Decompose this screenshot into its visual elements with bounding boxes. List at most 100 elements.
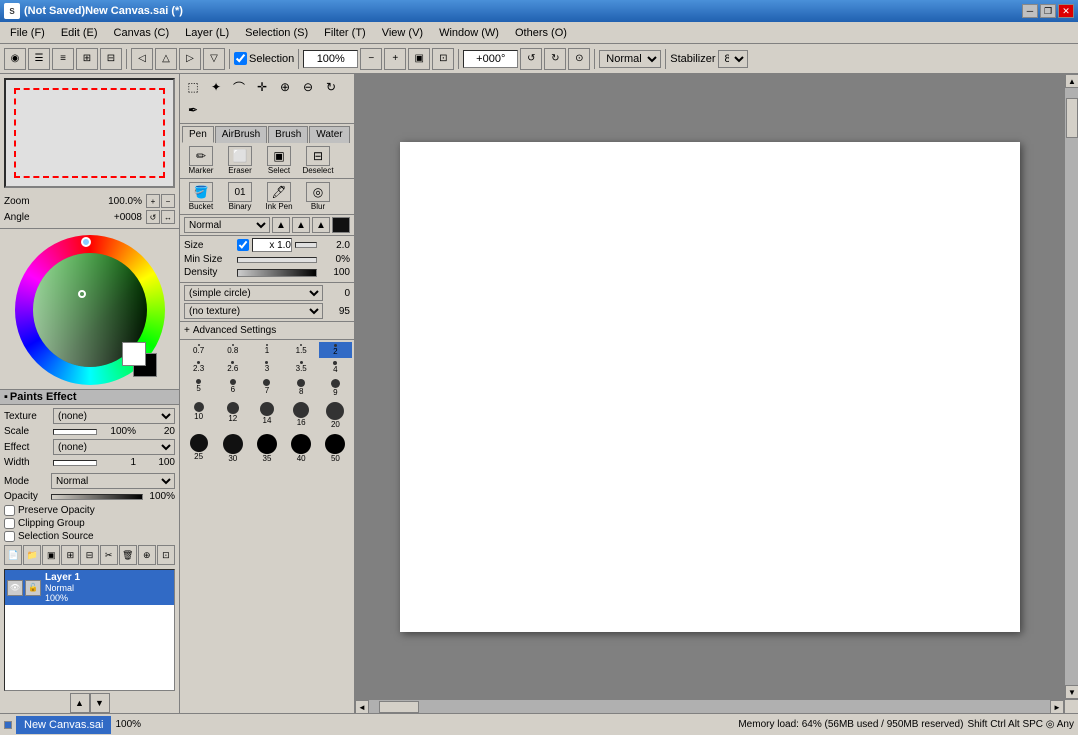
shape-btn-1[interactable]: ▲ — [272, 217, 290, 233]
clipping-group-checkbox[interactable] — [4, 518, 15, 529]
brush-1.5[interactable]: 1.5 — [285, 342, 318, 358]
brush-0.8[interactable]: 0.8 — [216, 342, 249, 358]
angle-reset[interactable]: ↺ — [146, 210, 160, 224]
toolbar-btn-5[interactable]: ⊟ — [100, 48, 122, 70]
rotation-input[interactable] — [463, 50, 518, 68]
layer-item-1[interactable]: 👁 🔓 Layer 1 Normal 100% — [5, 570, 174, 605]
brush-1[interactable]: 1 — [250, 342, 283, 358]
layer-copy[interactable]: ⊕ — [138, 545, 156, 565]
tab-brush[interactable]: Brush — [268, 126, 308, 143]
h-scroll-track[interactable] — [369, 700, 1050, 713]
subtool-marker[interactable]: ✏ Marker — [182, 145, 220, 176]
brush-0.7[interactable]: 0.7 — [182, 342, 215, 358]
brush-35[interactable]: 35 — [250, 432, 283, 465]
menu-view[interactable]: View (V) — [374, 25, 431, 41]
menu-file[interactable]: File (F) — [2, 25, 53, 41]
close-button[interactable]: ✕ — [1058, 4, 1074, 18]
subtool-bucket[interactable]: 🪣 Bucket — [182, 181, 220, 212]
brush-6[interactable]: 6 — [216, 377, 249, 399]
texture-select[interactable]: (none) — [53, 408, 175, 424]
subtool-blur[interactable]: ◎ Blur — [299, 181, 337, 212]
toolbar-btn-7[interactable]: △ — [155, 48, 177, 70]
tool-eyedropper[interactable]: ✒ — [182, 99, 204, 121]
tab-water[interactable]: Water — [309, 126, 349, 143]
rotate-cw[interactable]: ↻ — [544, 48, 566, 70]
brush-7[interactable]: 7 — [250, 377, 283, 399]
angle-flip[interactable]: ↔ — [161, 210, 175, 224]
brush-4[interactable]: 4 — [319, 359, 352, 376]
layer-visibility-toggle[interactable]: 👁 — [7, 580, 23, 596]
toolbar-btn-1[interactable]: ◉ — [4, 48, 26, 70]
adv-settings-header[interactable]: + Advanced Settings — [184, 324, 350, 337]
layer-scroll-up[interactable]: ▲ — [70, 693, 90, 713]
v-scrollbar[interactable]: ▲ ▼ — [1064, 74, 1078, 699]
zoom-input[interactable] — [303, 50, 358, 68]
width-slider[interactable] — [53, 460, 97, 466]
brush-blend-mode[interactable]: Normal — [184, 217, 270, 233]
size-min-input[interactable] — [252, 238, 292, 252]
tool-move[interactable]: ✛ — [251, 76, 273, 98]
layer-lock-toggle[interactable]: 🔓 — [25, 580, 41, 596]
scroll-up-btn[interactable]: ▲ — [1065, 74, 1078, 88]
brush-shape-select[interactable]: (simple circle) — [184, 285, 323, 301]
subtool-deselect[interactable]: ⊟ Deselect — [299, 145, 337, 176]
zoom-fit[interactable]: ▣ — [408, 48, 430, 70]
layer-settings-btn[interactable]: ⊞ — [61, 545, 79, 565]
blend-mode-dropdown[interactable]: Normal — [599, 50, 661, 68]
new-folder-btn[interactable]: 📁 — [23, 545, 41, 565]
menu-window[interactable]: Window (W) — [431, 25, 507, 41]
layer-merge-down[interactable]: ⊟ — [80, 545, 98, 565]
rotate-ccw[interactable]: ↺ — [520, 48, 542, 70]
menu-layer[interactable]: Layer (L) — [177, 25, 237, 41]
brush-3[interactable]: 3 — [250, 359, 283, 376]
zoom-actual[interactable]: ⊡ — [432, 48, 454, 70]
layer-extra[interactable]: ⊡ — [157, 545, 175, 565]
brush-25[interactable]: 25 — [182, 432, 215, 465]
new-group-btn[interactable]: ▣ — [42, 545, 60, 565]
toolbar-btn-4[interactable]: ⊞ — [76, 48, 98, 70]
scroll-left-btn[interactable]: ◄ — [355, 700, 369, 713]
brush-30[interactable]: 30 — [216, 432, 249, 465]
brush-2[interactable]: 2 — [319, 342, 352, 358]
white-canvas[interactable] — [400, 142, 1020, 632]
brush-20[interactable]: 20 — [319, 400, 352, 431]
size-checkbox[interactable] — [237, 239, 249, 251]
tab-airbrush[interactable]: AirBrush — [215, 126, 267, 143]
brush-16[interactable]: 16 — [285, 400, 318, 431]
subtool-inkpen[interactable]: 🖊 Ink Pen — [260, 181, 298, 212]
mode-select[interactable]: Normal — [51, 473, 175, 489]
zoom-minus[interactable]: − — [161, 194, 175, 208]
menu-canvas[interactable]: Canvas (C) — [106, 25, 178, 41]
selection-source-checkbox[interactable] — [4, 531, 15, 542]
shape-btn-2[interactable]: ▲ — [292, 217, 310, 233]
canvas-area[interactable]: ▲ ▼ ◄ ► — [355, 74, 1078, 713]
tool-magic-wand[interactable]: ✦ — [205, 76, 227, 98]
brush-2.3[interactable]: 2.3 — [182, 359, 215, 376]
toolbar-btn-2[interactable]: ☰ — [28, 48, 50, 70]
zoom-plus[interactable]: + — [146, 194, 160, 208]
toolbar-btn-8[interactable]: ▷ — [179, 48, 201, 70]
zoom-increase[interactable]: + — [384, 48, 406, 70]
v-scroll-track[interactable] — [1065, 88, 1078, 685]
opacity-slider[interactable] — [51, 494, 143, 500]
brush-5[interactable]: 5 — [182, 377, 215, 399]
menu-edit[interactable]: Edit (E) — [53, 25, 106, 41]
title-buttons[interactable]: ─ ❐ ✕ — [1022, 4, 1074, 18]
subtool-binary[interactable]: 01 Binary — [221, 181, 259, 212]
layer-clipping[interactable]: ✂ — [100, 545, 118, 565]
status-tab[interactable]: New Canvas.sai — [16, 716, 111, 734]
menu-filter[interactable]: Filter (T) — [316, 25, 374, 41]
brush-2.6[interactable]: 2.6 — [216, 359, 249, 376]
brush-texture-select[interactable]: (no texture) — [184, 303, 323, 319]
brush-12[interactable]: 12 — [216, 400, 249, 431]
size-slider[interactable] — [295, 242, 317, 248]
tool-rotate[interactable]: ↻ — [320, 76, 342, 98]
v-scroll-thumb[interactable] — [1066, 98, 1078, 138]
subtool-select[interactable]: ▣ Select — [260, 145, 298, 176]
scale-slider[interactable] — [53, 429, 97, 435]
menu-selection[interactable]: Selection (S) — [237, 25, 316, 41]
effect-select[interactable]: (none) — [53, 439, 175, 455]
h-scrollbar[interactable]: ◄ ► — [355, 699, 1064, 713]
toolbar-btn-3[interactable]: ≡ — [52, 48, 74, 70]
tool-rect-select[interactable]: ⬚ — [182, 76, 204, 98]
